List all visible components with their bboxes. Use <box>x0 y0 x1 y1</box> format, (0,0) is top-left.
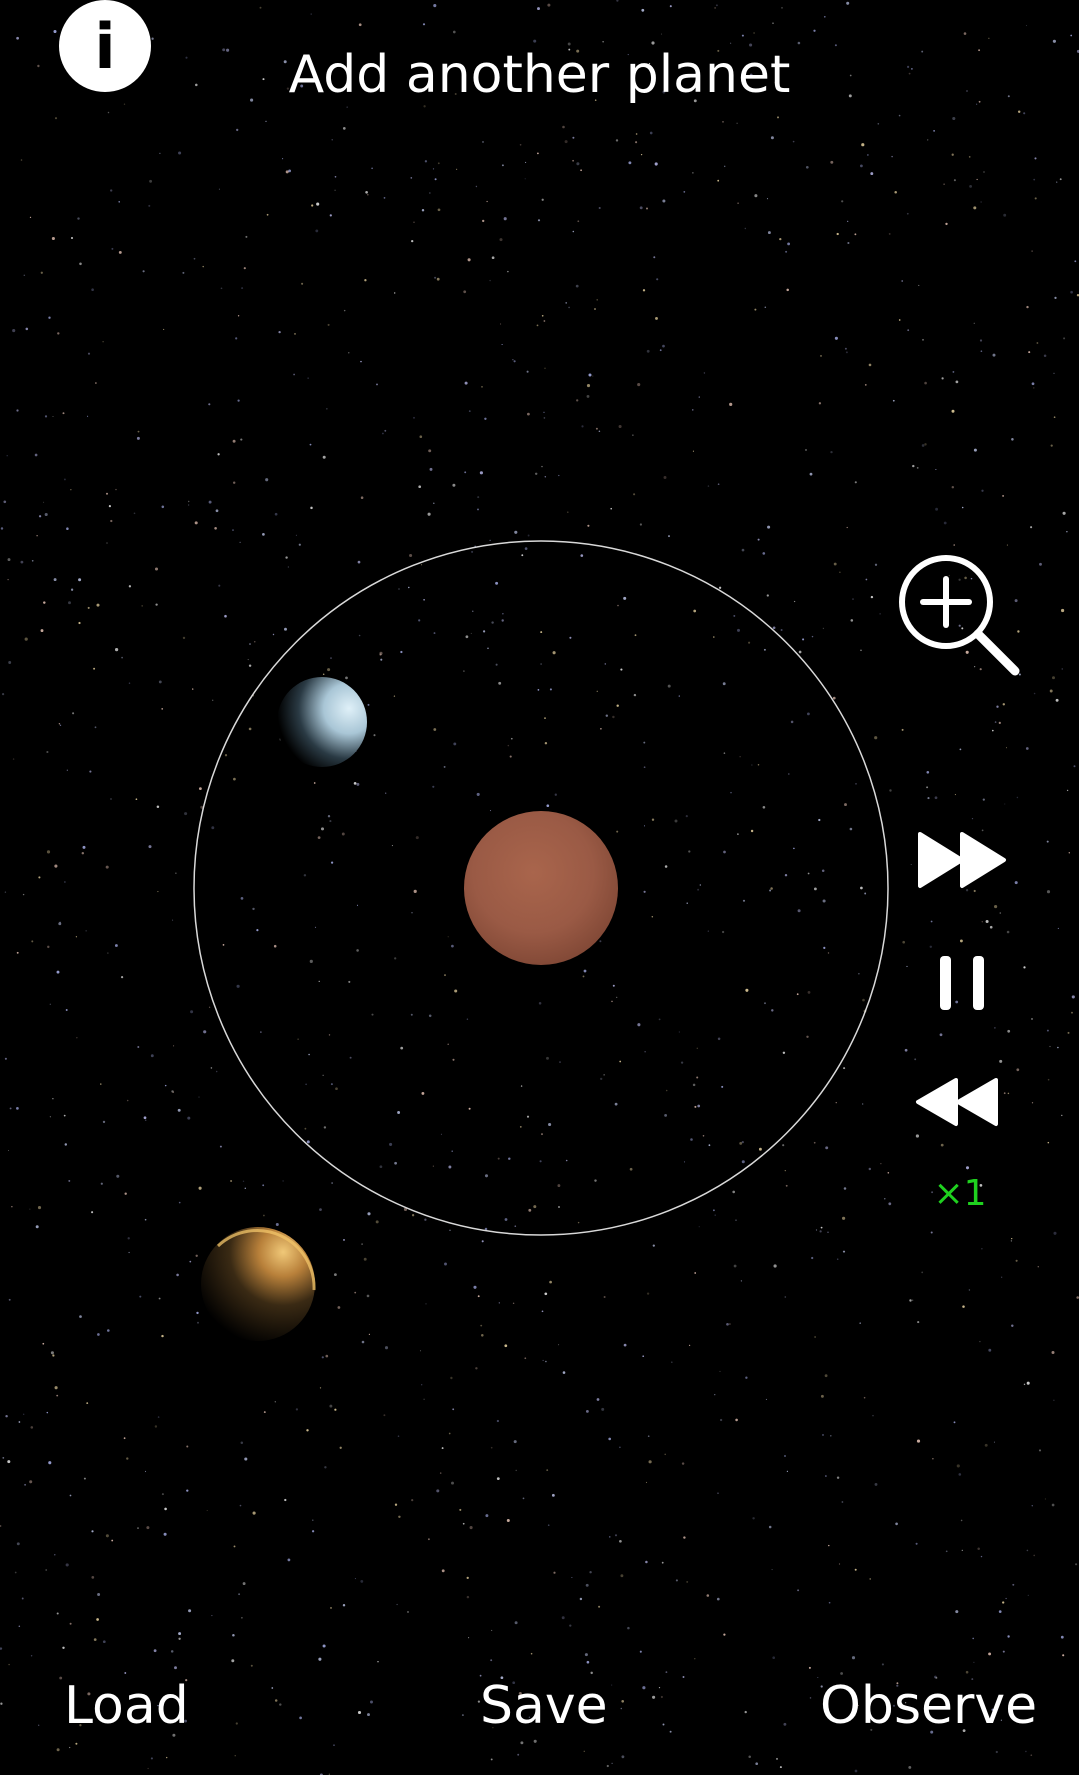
observe-button[interactable]: Observe <box>820 1675 1037 1737</box>
ice-planet[interactable] <box>277 677 367 767</box>
central-star[interactable] <box>464 811 618 965</box>
add-planet-button[interactable]: Add another planet <box>0 40 1079 110</box>
load-button[interactable]: Load <box>64 1675 189 1737</box>
pause-icon[interactable] <box>936 954 988 1012</box>
simulation-screen[interactable]: i Add another planet ×1 Load Save Observ… <box>0 0 1079 1775</box>
save-button[interactable]: Save <box>480 1675 608 1737</box>
rewind-icon[interactable] <box>914 1076 1000 1128</box>
zoom-in-icon[interactable] <box>898 554 1023 679</box>
fast-forward-icon[interactable] <box>916 830 1010 890</box>
speed-multiplier-label: ×1 <box>933 1173 987 1214</box>
